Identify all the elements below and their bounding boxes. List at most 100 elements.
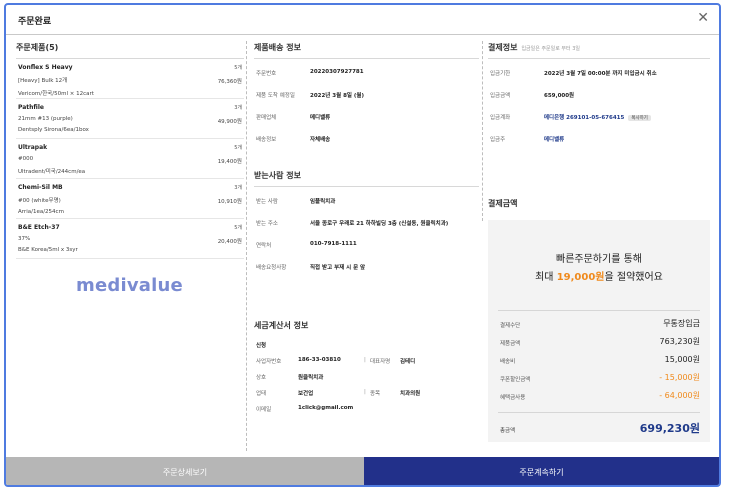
payment-info-text: 메디은행 269101-05-676415 <box>544 115 625 121</box>
product-maker: Vericom/한국/50ml × 12cart <box>18 91 94 97</box>
promo-prefix: 최대 <box>535 272 557 283</box>
product-price: 10,910원 <box>217 199 242 205</box>
ceo: 김테디 <box>400 359 416 365</box>
payment-info-title-text: 결제정보 <box>488 43 518 52</box>
email-label: 이메일 <box>256 407 272 413</box>
product-name: Vonflex S Heavy <box>18 64 73 71</box>
biz-no: 186-33-03810 <box>298 357 341 363</box>
payment-info-label: 입금금액 <box>490 93 511 99</box>
divider <box>498 310 700 311</box>
tax-row: 사업자번호 186-33-03810 | 대표자명 김테디 <box>254 353 479 369</box>
product-price: 19,400원 <box>217 159 242 165</box>
info-label: 받는 주소 <box>256 221 278 227</box>
summary-value: 무통장입금 <box>663 319 700 328</box>
product-list-title: 주문제품(5) <box>16 37 244 59</box>
product-maker: Ultradent/미국/244cm/ea <box>18 169 86 175</box>
summary-label: 결제수단 <box>500 323 521 329</box>
tax-status: 신청 <box>256 343 267 349</box>
continue-order-button[interactable]: 주문계속하기 <box>364 457 719 485</box>
payment-info-subtitle: 입금일은 주문일로 부터 3일 <box>521 46 581 52</box>
payment-info-label: 입금계좌 <box>490 115 511 121</box>
summary-value: 763,230원 <box>659 337 700 346</box>
copy-account-button[interactable]: 복사하기 <box>628 115 651 121</box>
divider <box>482 41 483 221</box>
summary-row: 제품금액 763,230원 <box>500 336 700 348</box>
tax-row: 이메일 1click@gmail.com <box>254 401 479 417</box>
medivalue-logo: medivalue <box>76 275 183 296</box>
info-value: 2022년 3월 8일 (월) <box>310 93 364 99</box>
product-item[interactable]: Ultrapak 5개 #000 19,400원 Ultradent/미국/244cm/… <box>16 139 244 179</box>
product-item[interactable]: Pathfile 3개 21mm #13 (purple) 49,900원 Dentsp… <box>16 99 244 139</box>
product-item[interactable]: B&E Etch-37 5개 37% 20,400원 B&E Korea/5ml x 3… <box>16 219 244 259</box>
info-value: 자체배송 <box>310 137 331 143</box>
separator: | <box>364 357 366 363</box>
info-value: 메디밸류 <box>310 115 331 121</box>
tax-row: 업태 보건업 | 종목 치과의원 <box>254 385 479 401</box>
payment-info-text: 659,000원 <box>544 93 575 99</box>
info-value: 20220307927781 <box>310 69 364 75</box>
product-qty: 3개 <box>234 105 242 111</box>
info-label: 주문번호 <box>256 71 277 77</box>
product-qty: 5개 <box>234 225 242 231</box>
summary-value: - 15,000원 <box>659 373 700 382</box>
info-row: 받는 사람 임플릭치과 <box>254 189 479 211</box>
summary-label: 혜택금사용 <box>500 395 526 401</box>
payment-info-label: 입금주 <box>490 137 506 143</box>
payment-info-label: 입금기한 <box>490 71 511 77</box>
separator: | <box>364 389 366 395</box>
product-price: 76,360원 <box>217 79 242 85</box>
modal-title: 주문완료 <box>18 17 52 27</box>
promo-line1: 빠른주문하기를 통해 <box>556 254 642 265</box>
tax-row: 상호 원클릭치과 <box>254 369 479 385</box>
payment-info-value: 2022년 3월 7일 00:00분 까지 미입금시 취소 <box>544 69 657 77</box>
biz-no-label: 사업자번호 <box>256 359 282 365</box>
receiver-info-section: 받는사람 정보 받는 사람 임플릭치과 받는 주소 서울 종로구 우래로 21 하하빌… <box>254 165 479 277</box>
payment-info-row: 입금주 메디밸류 <box>488 127 710 149</box>
summary-value: - 64,000원 <box>659 391 700 400</box>
product-item[interactable]: Chemi-Sil MB 3개 #00 (white무명) 10,910원 Arria/… <box>16 179 244 219</box>
product-price: 20,400원 <box>217 239 242 245</box>
product-item[interactable]: Vonflex S Heavy 5개 [Heavy] Bulk 12개 76,360원… <box>16 59 244 99</box>
ceo-label: 대표자명 <box>370 359 391 365</box>
summary-label: 제품금액 <box>500 341 521 347</box>
summary-label: 배송비 <box>500 359 516 365</box>
info-row: 배송요청사항 직접 받고 부재 시 문 앞 <box>254 255 479 277</box>
info-row: 판매업체 메디밸류 <box>254 105 479 127</box>
company-label: 상호 <box>256 375 267 381</box>
tax-invoice-title: 세금계산서 정보 <box>254 321 309 330</box>
product-list-section: 주문제품(5) Vonflex S Heavy 5개 [Heavy] Bulk 12… <box>16 37 244 259</box>
payment-amount-section: 결제금액 <box>488 193 710 215</box>
summary-row: 배송비 15,000원 <box>500 354 700 366</box>
payment-amount-title: 결제금액 <box>488 199 518 208</box>
info-label: 판매업체 <box>256 115 277 121</box>
email: 1click@gmail.com <box>298 405 354 411</box>
product-option: 21mm #13 (purple) <box>18 116 73 122</box>
product-name: Chemi-Sil MB <box>18 184 63 191</box>
payment-info-text: 2022년 3월 7일 00:00분 까지 미입금시 취소 <box>544 71 657 77</box>
payment-info-section: 결제정보 입금일은 주문일로 부터 3일 입금기한 2022년 3월 7일 00:0… <box>488 37 710 149</box>
info-label: 연락처 <box>256 243 272 249</box>
product-maker: B&E Korea/5ml x 3syr <box>18 247 78 253</box>
payment-info-row: 입금계좌 메디은행 269101-05-676415 복사하기 <box>488 105 710 127</box>
total-label: 총금액 <box>500 428 516 434</box>
product-name: B&E Etch-37 <box>18 224 60 231</box>
product-name: Ultrapak <box>18 144 48 151</box>
info-value: 임플릭치과 <box>310 199 336 205</box>
order-detail-button[interactable]: 주문상세보기 <box>6 457 364 485</box>
summary-label: 쿠폰할인금액 <box>500 377 531 383</box>
info-label: 받는 사람 <box>256 199 278 205</box>
total-value: 699,230원 <box>639 422 700 435</box>
payment-info-row: 입금기한 2022년 3월 7일 00:00분 까지 미입금시 취소 <box>488 61 710 83</box>
promo-line2: 최대 19,000원을 절약했어요 <box>488 268 710 283</box>
promo-amount: 19,000원 <box>556 272 605 283</box>
delivery-info-section: 제품배송 정보 주문번호 20220307927781 제품 도착 예정일 2022년… <box>254 37 479 149</box>
close-icon[interactable]: ✕ <box>697 10 709 26</box>
info-row: 제품 도착 예정일 2022년 3월 8일 (월) <box>254 83 479 105</box>
info-label: 제품 도착 예정일 <box>256 93 295 99</box>
product-maker: Dentsply Sirona/6ea/1box <box>18 127 89 133</box>
order-complete-modal: 주문완료 ✕ 주문제품(5) Vonflex S Heavy 5개 [Heavy] … <box>4 3 721 487</box>
product-qty: 5개 <box>234 65 242 71</box>
payment-info-title: 결제정보 입금일은 주문일로 부터 3일 <box>488 37 710 59</box>
info-row: 받는 주소 서울 종로구 우래로 21 하하빌딩 3층 (신설동, 원클릭치과) <box>254 211 479 233</box>
divider <box>498 412 700 413</box>
